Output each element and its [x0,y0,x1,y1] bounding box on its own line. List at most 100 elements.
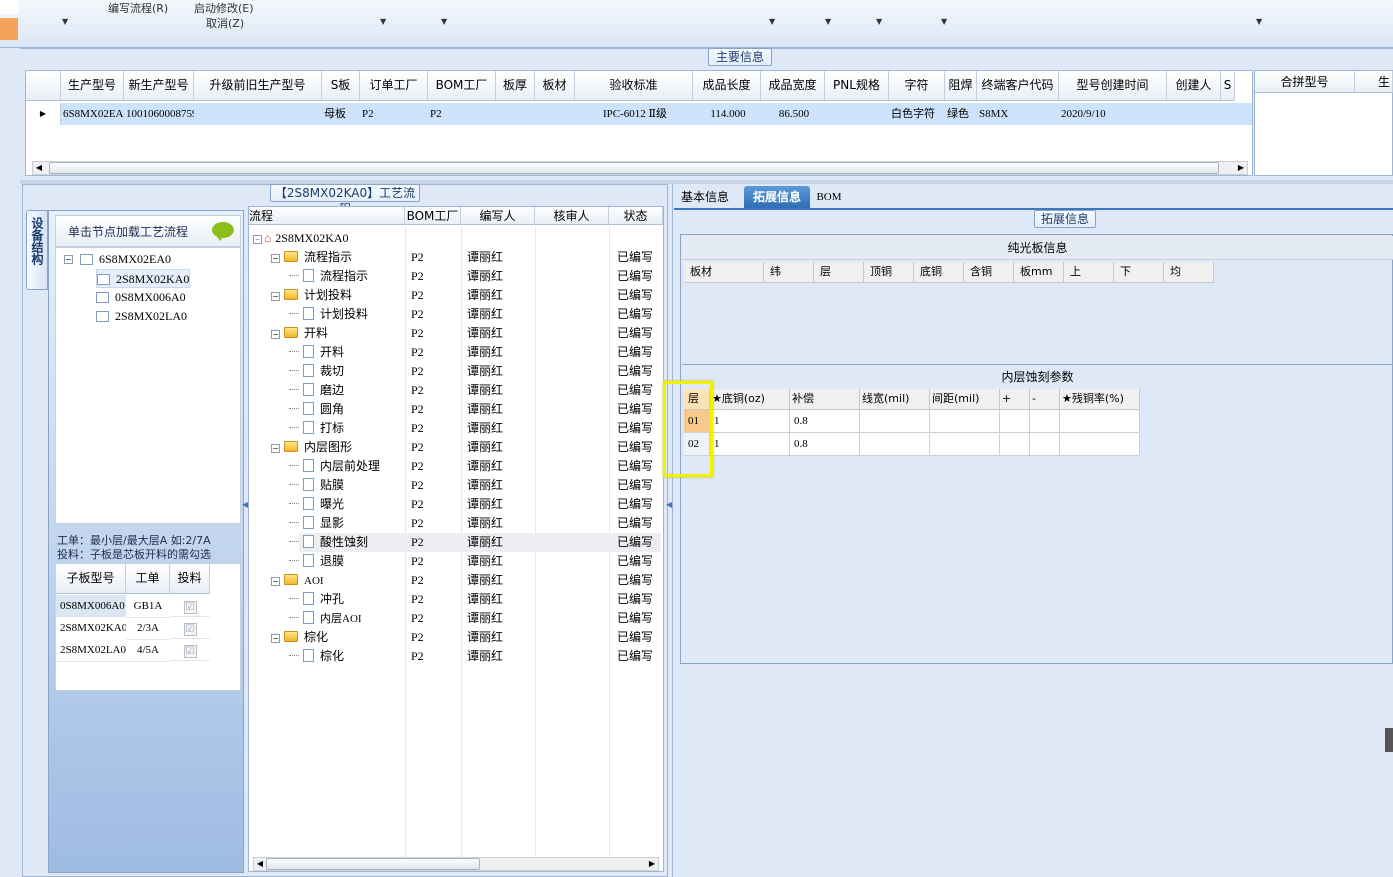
etch-cell[interactable] [1030,410,1060,433]
flow-node[interactable]: 内层前处理 [289,457,380,476]
scroll-right-icon[interactable]: ▶ [646,858,658,870]
flow-status-cell[interactable]: 已编写 [617,533,653,552]
menu-start-edit[interactable]: 启动修改(E) [194,0,254,16]
flow-bom-cell[interactable]: P2 [411,343,424,362]
column-header[interactable]: 顶铜 [864,262,914,283]
sub-model-cell[interactable]: 2S8MX02KA0 [56,617,126,640]
column-header[interactable]: 均 [1164,262,1214,283]
flow-writer-cell[interactable]: 谭丽红 [467,343,503,362]
collapse-icon[interactable]: − [271,634,280,643]
checkbox[interactable]: ☑ [183,601,197,614]
flow-status-cell[interactable]: 已编写 [617,571,653,590]
flow-status-cell[interactable]: 已编写 [617,362,653,381]
tree-node[interactable]: 0S8MX006A0 [96,288,186,307]
flow-status-cell[interactable]: 已编写 [617,419,653,438]
chevron-down-icon[interactable]: ▼ [1256,17,1262,26]
collapse-icon[interactable]: − [271,444,280,453]
flow-node[interactable]: − 计划投料 [271,286,352,305]
flow-writer-cell[interactable]: 谭丽红 [467,514,503,533]
column-header[interactable]: 板材 [684,262,764,283]
column-header[interactable]: 板材 [535,71,575,101]
column-header[interactable]: 创建人 [1167,71,1221,101]
column-header[interactable]: 编写人 [461,207,535,225]
flow-writer-cell[interactable]: 谭丽红 [467,267,503,286]
flow-status-cell[interactable]: 已编写 [617,343,653,362]
flow-writer-cell[interactable]: 谭丽红 [467,248,503,267]
column-header[interactable]: 补偿 [790,389,860,410]
column-header[interactable]: S [1221,71,1235,101]
sub-feed-cell[interactable]: ☑ [170,617,210,639]
flow-status-cell[interactable]: 已编写 [617,457,653,476]
flow-status-cell[interactable]: 已编写 [617,476,653,495]
collapse-icon[interactable]: − [271,577,280,586]
flow-bom-cell[interactable]: P2 [411,609,424,628]
flow-node[interactable]: 开料 [289,343,344,362]
flow-writer-cell[interactable]: 谭丽红 [467,438,503,457]
etch-cell[interactable] [1060,433,1140,456]
flow-node[interactable]: − 棕化 [271,628,328,647]
scroll-thumb[interactable] [49,162,1219,174]
chevron-down-icon[interactable]: ▼ [62,17,68,26]
flow-status-cell[interactable]: 已编写 [617,609,653,628]
flow-node[interactable]: 流程指示 [289,267,368,286]
column-header[interactable]: BOM工厂 [405,207,461,225]
flow-writer-cell[interactable]: 谭丽红 [467,571,503,590]
scroll-left-icon[interactable]: ◀ [33,162,45,174]
flow-writer-cell[interactable]: 谭丽红 [467,552,503,571]
tab-bom[interactable]: BOM [814,186,844,208]
menu-cancel[interactable]: 取消(Z) [206,15,244,31]
flow-writer-cell[interactable]: 谭丽红 [467,381,503,400]
table-cell[interactable]: 6S8MX02EA0 [61,103,124,125]
column-header[interactable]: 下 [1114,262,1164,283]
etch-cell[interactable] [1000,433,1030,456]
flow-bom-cell[interactable]: P2 [411,419,424,438]
flow-bom-cell[interactable]: P2 [411,628,424,647]
chevron-down-icon[interactable]: ▼ [825,17,831,26]
tree-node[interactable]: 2S8MX02LA0 [96,307,187,326]
etch-cell[interactable]: 0.8 [790,433,860,456]
flow-status-cell[interactable]: 已编写 [617,286,653,305]
tab-device-structure[interactable]: 设备结构 [26,210,48,290]
table-cell[interactable]: S8MX [977,103,1059,125]
flow-node[interactable]: 退膜 [289,552,344,571]
merge-col-header[interactable]: 合拼型号 [1255,71,1355,93]
scroll-thumb[interactable] [266,858,480,870]
flow-writer-cell[interactable]: 谭丽红 [467,476,503,495]
flow-writer-cell[interactable]: 谭丽红 [467,647,503,666]
sub-order-cell[interactable]: 4/5A [126,639,170,662]
flow-bom-cell[interactable]: P2 [411,647,424,666]
etch-cell[interactable]: 0.8 [790,410,860,433]
etch-cell[interactable] [860,410,930,433]
flow-bom-cell[interactable]: P2 [411,571,424,590]
table-cell[interactable]: 2020/9/10 [1059,103,1167,125]
flow-status-cell[interactable]: 已编写 [617,552,653,571]
chevron-down-icon[interactable]: ▼ [380,17,386,26]
flow-writer-cell[interactable]: 谭丽红 [467,324,503,343]
sub-order-cell[interactable]: GB1A [126,595,170,618]
flow-node[interactable]: 计划投料 [289,305,368,324]
chevron-down-icon[interactable]: ▼ [769,17,775,26]
flow-node[interactable]: 酸性蚀刻 [289,533,368,552]
collapse-icon[interactable]: − [271,292,280,301]
column-header[interactable]: 工单 [126,564,170,594]
flow-bom-cell[interactable]: P2 [411,457,424,476]
flow-status-cell[interactable]: 已编写 [617,495,653,514]
collapse-icon[interactable]: − [271,330,280,339]
table-cell[interactable]: IPC-6012 Ⅱ级 [575,103,693,125]
column-header[interactable]: 终端客户代码 [977,71,1059,101]
chevron-down-icon[interactable]: ▼ [941,17,947,26]
flow-bom-cell[interactable]: P2 [411,514,424,533]
column-header[interactable]: 成品宽度 [761,71,825,101]
table-cell[interactable]: 绿色 [945,103,977,125]
tree-root[interactable]: − ⌂ 2S8MX02KA0 [253,229,349,248]
sub-feed-cell[interactable]: ☑ [170,595,210,617]
flow-status-cell[interactable]: 已编写 [617,400,653,419]
flow-writer-cell[interactable]: 谭丽红 [467,457,503,476]
collapse-icon[interactable]: − [271,254,280,263]
flow-writer-cell[interactable]: 谭丽红 [467,286,503,305]
table-cell[interactable]: 114.000 [693,103,761,125]
merge-col-header[interactable]: 生 [1355,71,1393,93]
flow-bom-cell[interactable]: P2 [411,400,424,419]
sub-model-cell[interactable]: 0S8MX006A0 [56,595,126,618]
column-header[interactable]: 投料 [170,564,210,594]
